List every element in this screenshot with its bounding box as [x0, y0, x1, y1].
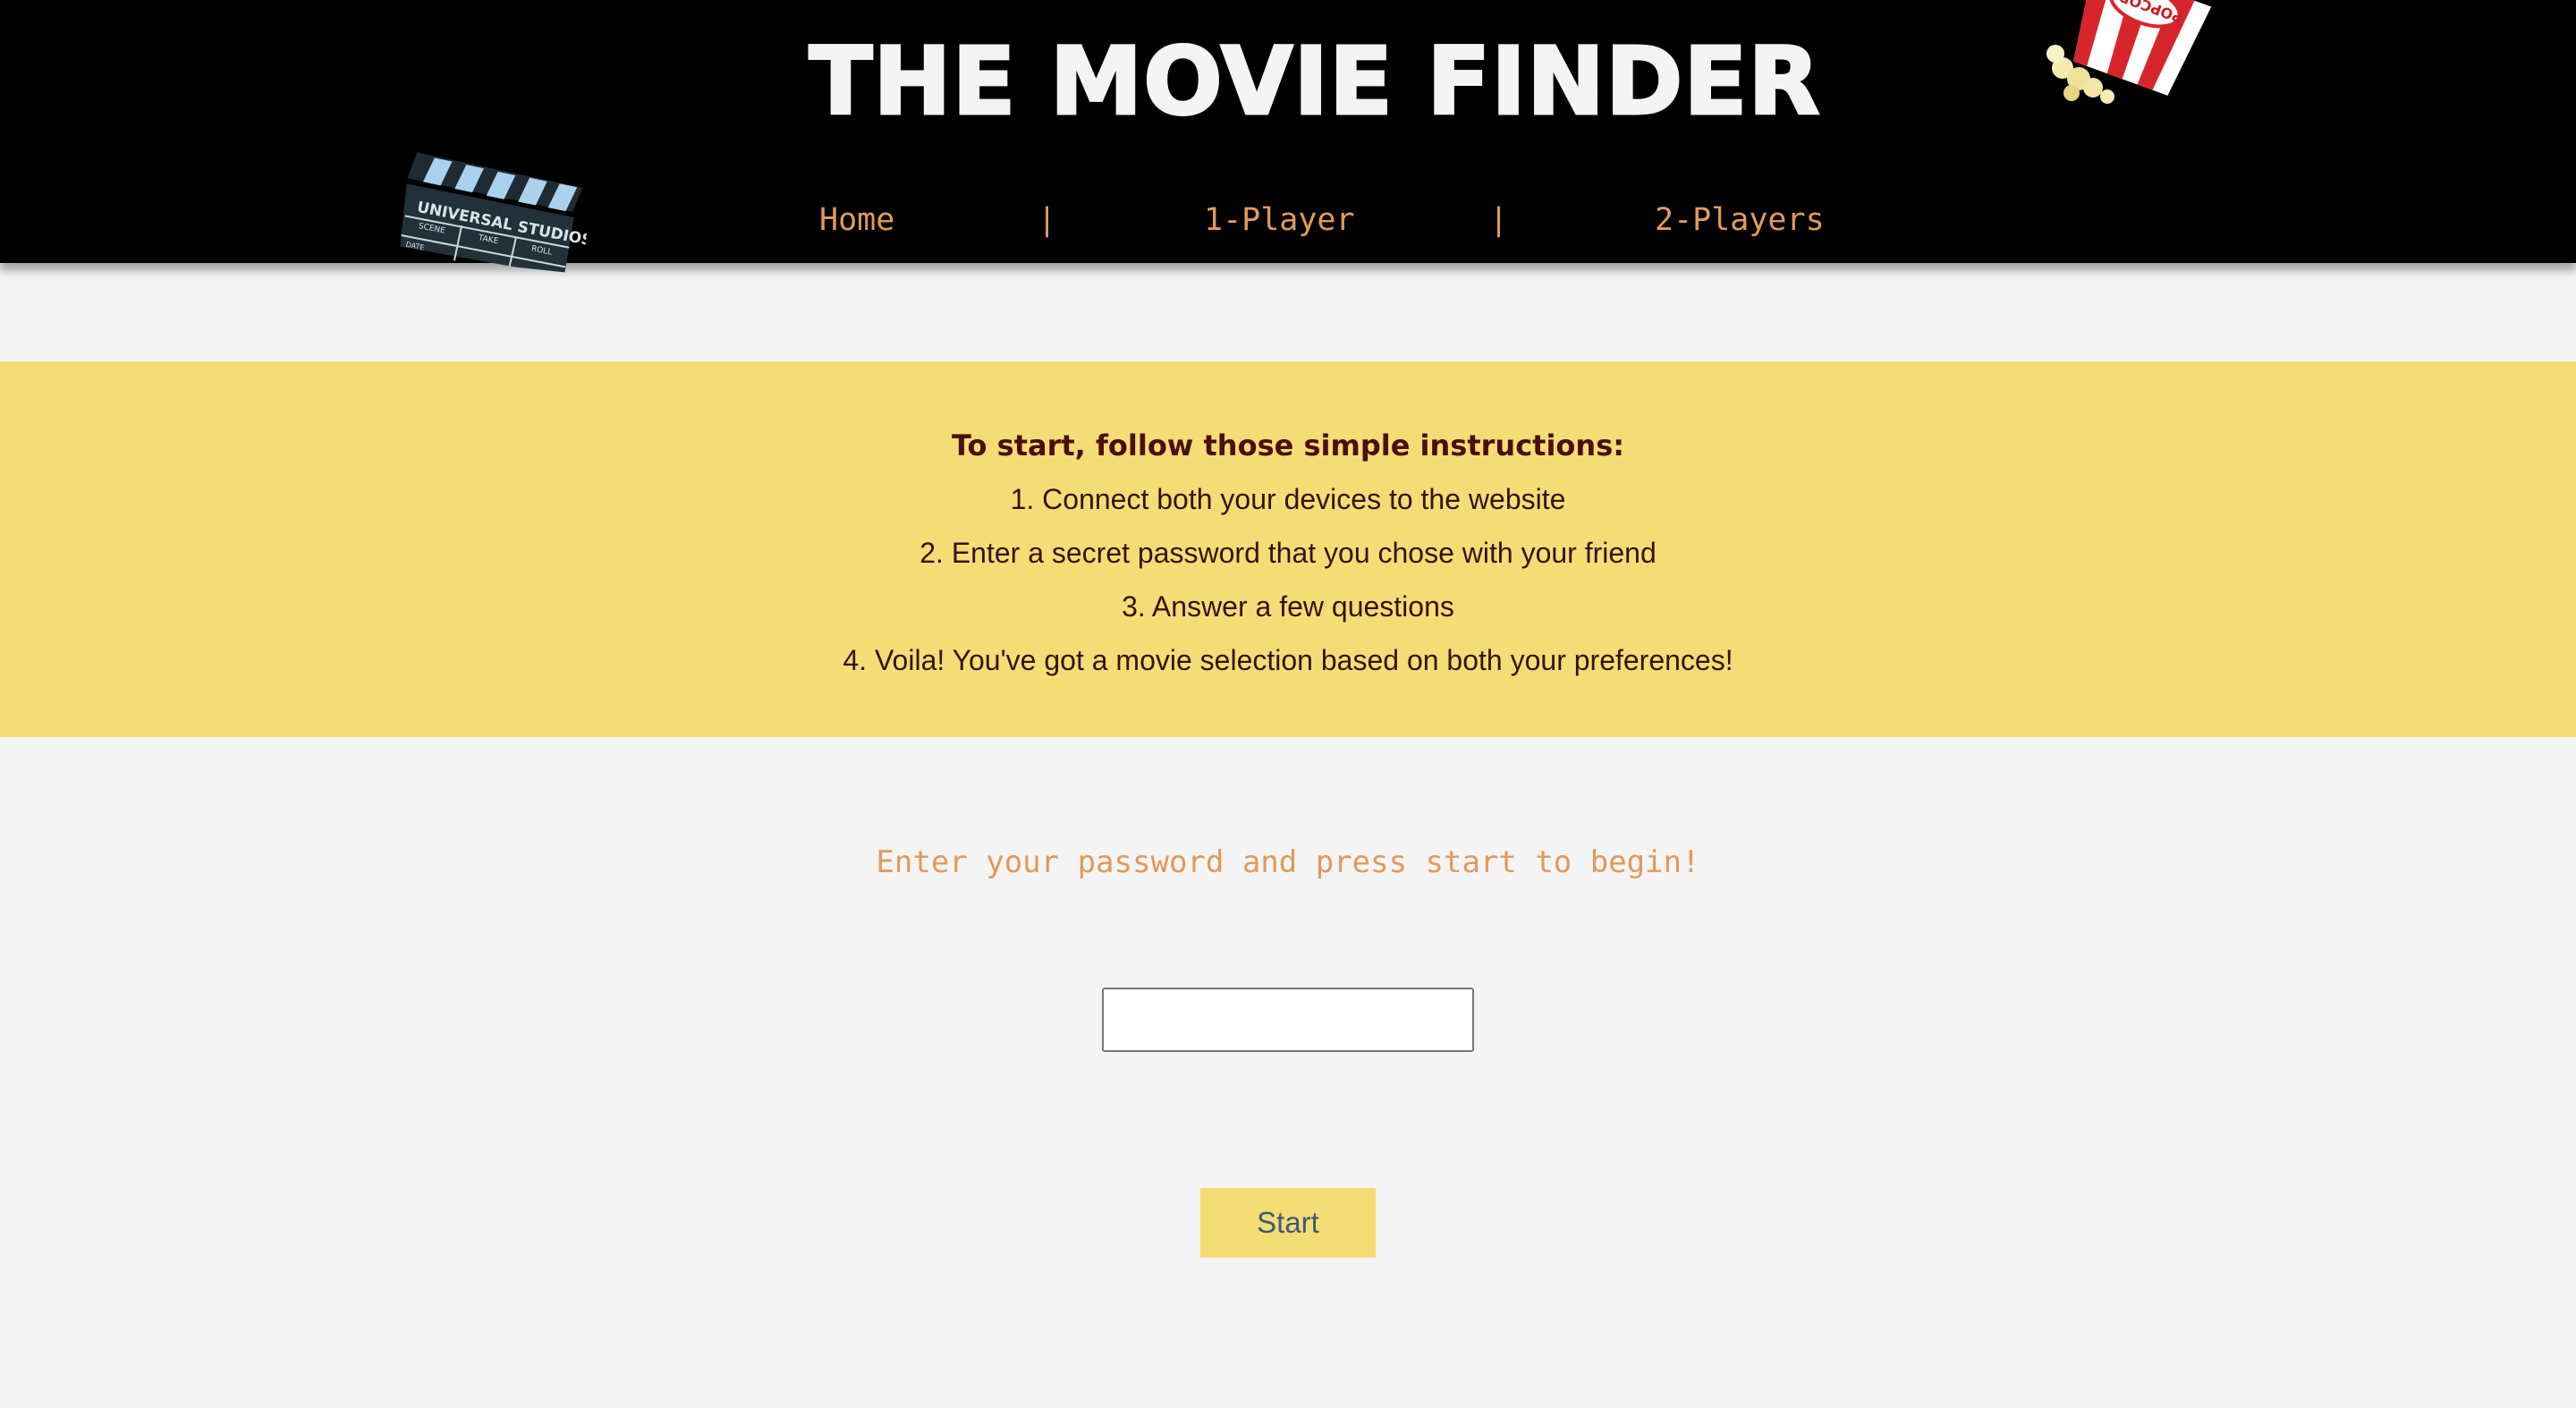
start-button[interactable]: Start	[1200, 1188, 1376, 1258]
nav-2-players-link[interactable]: 2-Players	[1655, 195, 1825, 245]
site-title: THE MOVIE FINDER	[808, 26, 1821, 138]
nav-home-link[interactable]: Home	[819, 195, 894, 245]
password-prompt: Enter your password and press start to b…	[876, 844, 1700, 880]
main-nav: Home | 1-Player | 2-Players	[0, 195, 2576, 245]
nav-separator: |	[1038, 202, 1057, 238]
nav-1-player-link[interactable]: 1-Player	[1204, 195, 1355, 245]
password-input[interactable]	[1102, 988, 1474, 1052]
instructions-heading: To start, follow those simple instructio…	[951, 428, 1625, 462]
instruction-step: 2. Enter a secret password that you chos…	[919, 537, 1657, 569]
site-header: UNIVERSAL STUDIOS SCENE TAKE ROLL DATE P…	[0, 0, 2576, 275]
instruction-step: 1. Connect both your devices to the webs…	[1010, 483, 1566, 515]
instruction-step: 4. Voila! You've got a movie selection b…	[843, 644, 1733, 676]
nav-separator: |	[1489, 202, 1509, 238]
instructions-banner: To start, follow those simple instructio…	[0, 361, 2576, 737]
instruction-step: 3. Answer a few questions	[1122, 590, 1454, 623]
